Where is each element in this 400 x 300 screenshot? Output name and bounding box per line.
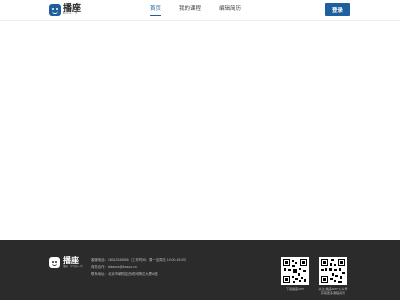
top-navbar: 播座 Bozuo · 学 首页 我的课程 编辑简历 登录 bbox=[0, 0, 400, 21]
login-button[interactable]: 登录 bbox=[325, 3, 350, 16]
footer-logo-name: 播座 bbox=[63, 256, 79, 265]
app-qr-caption: 下载播座APP bbox=[285, 287, 304, 291]
nav-my-courses[interactable]: 我的课程 bbox=[179, 5, 201, 16]
logo-subtitle: Bozuo · 学 bbox=[63, 12, 78, 16]
wechat-qr-code-icon bbox=[319, 257, 347, 285]
footer-logo-subtitle: 播座 · 学习新一代 bbox=[63, 265, 83, 268]
nav-home[interactable]: 首页 bbox=[150, 5, 162, 16]
footer-email: 商务合作：kfzaoxx@bozuo.cn bbox=[91, 265, 137, 269]
wechat-qr: 关注“播座APP”公众号 获取更多课程资讯 bbox=[317, 257, 349, 295]
main-nav: 首页 我的课程 编辑简历 bbox=[150, 5, 259, 16]
footer-logo-face-icon bbox=[49, 257, 60, 269]
logo-face-icon bbox=[49, 4, 61, 16]
wechat-qr-caption-line2: 获取更多课程资讯 bbox=[320, 291, 345, 295]
footer-contact-info: 客服电话：18012345556（工作时间：周一至周五 10:00-18:00）… bbox=[91, 257, 188, 278]
app-qr-code-icon bbox=[281, 257, 309, 285]
nav-edit-resume[interactable]: 编辑简历 bbox=[219, 5, 241, 16]
footer-logo: 播座 播座 · 学习新一代 bbox=[49, 257, 83, 269]
footer-address: 联系地址：北京市朝阳区西坝河腾达大厦A座 bbox=[91, 272, 158, 276]
app-download-qr: 下载播座APP bbox=[279, 257, 311, 291]
brand-logo[interactable]: 播座 Bozuo · 学 bbox=[49, 3, 81, 17]
wechat-qr-caption: 关注“播座APP”公众号 获取更多课程资讯 bbox=[317, 287, 349, 295]
footer-phone: 客服电话：18012345556（工作时间：周一至周五 10:00-18:00） bbox=[91, 258, 189, 262]
